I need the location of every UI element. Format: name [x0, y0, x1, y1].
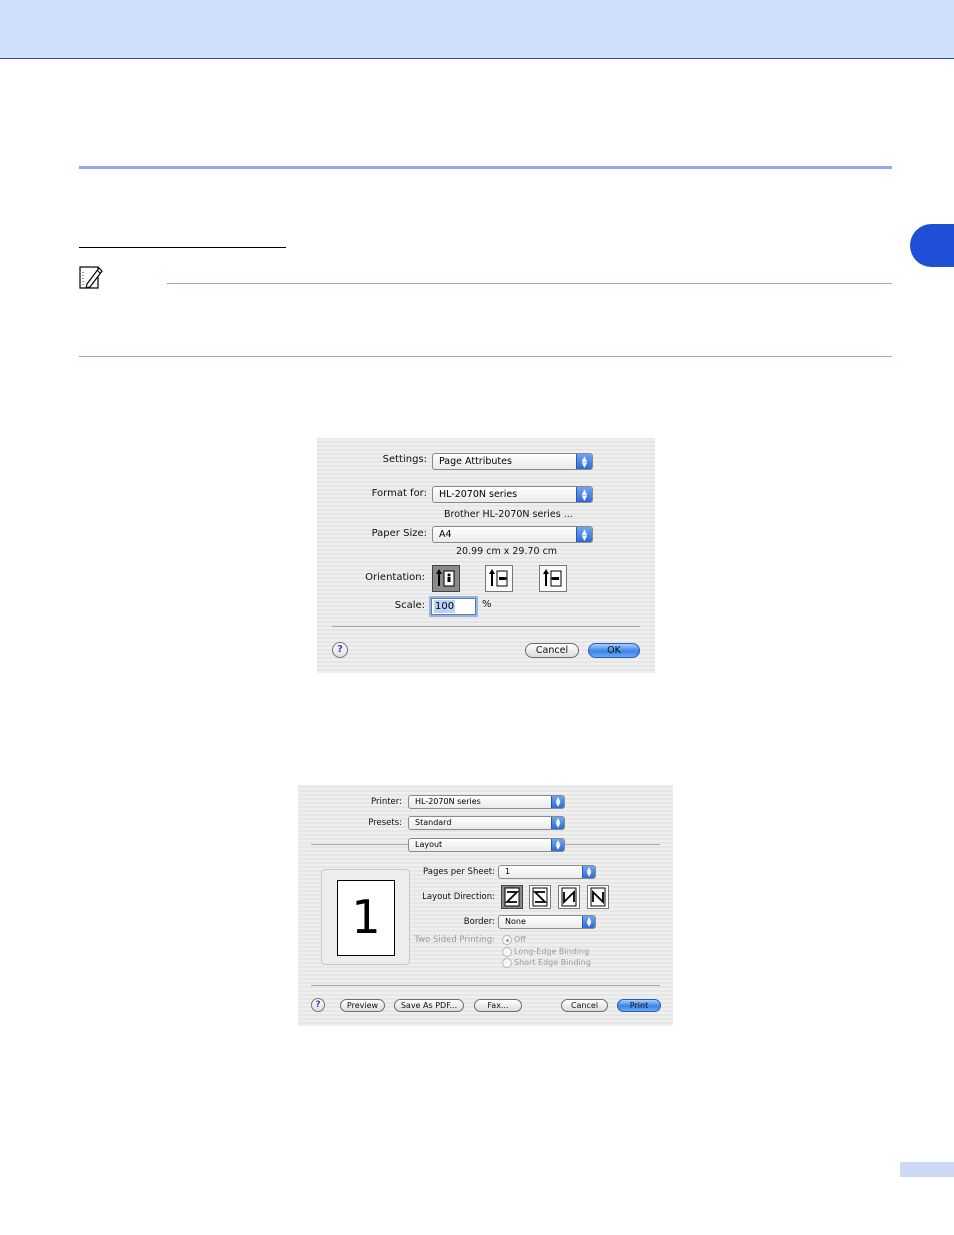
popup-arrows-icon: ▲ ▼	[582, 916, 595, 928]
two-sided-off-label: Off	[514, 935, 526, 944]
settings-popup[interactable]: Page Attributes ▲ ▼	[432, 453, 593, 470]
direction-n-button[interactable]	[587, 885, 609, 909]
chapter-tab	[910, 224, 954, 267]
orientation-label: Orientation:	[365, 572, 425, 583]
print-button[interactable]: Print	[617, 999, 661, 1012]
layout-direction-label: Layout Direction:	[422, 892, 495, 902]
printer-label: Printer:	[371, 797, 402, 807]
presets-popup[interactable]: Standard ▲ ▼	[408, 816, 565, 830]
landscape-icon	[489, 569, 508, 587]
format-for-popup[interactable]: HL-2070N series ▲ ▼	[432, 486, 593, 503]
format-for-label: Format for:	[371, 488, 427, 499]
direction-s-button[interactable]	[529, 885, 551, 909]
help-button[interactable]: ?	[332, 642, 348, 658]
scale-unit: %	[482, 599, 492, 610]
presets-value: Standard	[415, 818, 452, 827]
page-setup-dialog: Settings: Page Attributes ▲ ▼ Format for:…	[317, 438, 655, 673]
printer-value: HL-2070N series	[415, 797, 481, 806]
separator	[332, 626, 640, 627]
two-sided-off-radio[interactable]	[502, 935, 512, 945]
two-sided-long-edge-radio[interactable]	[502, 947, 512, 957]
z-direction-icon	[504, 887, 520, 907]
popup-arrows-icon: ▲ ▼	[576, 487, 592, 502]
header-band	[0, 0, 954, 59]
note-bottom-rule	[79, 356, 892, 357]
popup-arrows-icon: ▲ ▼	[551, 839, 564, 851]
section-rule	[79, 166, 892, 169]
paper-size-label: Paper Size:	[371, 528, 427, 539]
portrait-icon	[436, 569, 455, 587]
note-pencil-icon	[79, 264, 103, 290]
scale-input[interactable]: 100	[431, 598, 476, 615]
presets-label: Presets:	[368, 818, 402, 828]
border-label: Border:	[463, 917, 495, 927]
subheading-underline	[79, 247, 286, 248]
cancel-button[interactable]: Cancel	[525, 643, 579, 658]
printer-description: Brother HL-2070N series ...	[444, 509, 573, 520]
pages-per-sheet-value: 1	[505, 867, 511, 876]
page-number-tab	[900, 1162, 954, 1177]
settings-value: Page Attributes	[439, 456, 512, 467]
paper-size-popup[interactable]: A4 ▲ ▼	[432, 526, 593, 543]
popup-arrows-icon: ▲ ▼	[582, 866, 595, 878]
format-for-value: HL-2070N series	[439, 489, 518, 500]
fax-button[interactable]: Fax...	[474, 999, 522, 1012]
direction-z-button[interactable]	[501, 885, 523, 909]
orientation-portrait-button[interactable]	[432, 565, 460, 592]
preview-page: 1	[337, 880, 395, 956]
panel-value: Layout	[415, 840, 443, 849]
panel-popup[interactable]: Layout ▲ ▼	[408, 838, 565, 852]
layout-preview-box: 1	[321, 869, 410, 965]
paper-size-value: A4	[439, 529, 452, 540]
two-sided-long-edge-label: Long-Edge Binding	[514, 947, 590, 956]
orientation-landscape-reverse-button[interactable]	[539, 565, 567, 592]
popup-arrows-icon: ▲ ▼	[551, 796, 564, 808]
two-sided-label: Two Sided Printing:	[414, 935, 495, 945]
print-dialog: Printer: HL-2070N series ▲ ▼ Presets: Sta…	[298, 785, 673, 1026]
paper-dimensions: 20.99 cm x 29.70 cm	[456, 546, 558, 557]
ok-button[interactable]: OK	[588, 643, 640, 658]
border-popup[interactable]: None ▲ ▼	[498, 915, 596, 929]
landscape-reverse-icon	[543, 569, 562, 587]
save-as-pdf-button[interactable]: Save As PDF...	[394, 999, 464, 1012]
settings-label: Settings:	[382, 454, 427, 465]
printer-popup[interactable]: HL-2070N series ▲ ▼	[408, 795, 565, 809]
pages-per-sheet-label: Pages per Sheet:	[423, 867, 495, 877]
scale-label: Scale:	[394, 600, 425, 611]
scale-value: 100	[434, 600, 456, 613]
orientation-landscape-button[interactable]	[485, 565, 513, 592]
preview-button[interactable]: Preview	[340, 999, 385, 1012]
n-reverse-direction-icon	[561, 887, 577, 907]
radio-dot-icon	[506, 939, 509, 942]
help-button[interactable]: ?	[311, 998, 325, 1012]
n-direction-icon	[590, 887, 606, 907]
popup-arrows-icon: ▲ ▼	[551, 817, 564, 829]
s-direction-icon	[532, 887, 548, 907]
border-value: None	[505, 917, 526, 926]
two-sided-short-edge-radio[interactable]	[502, 958, 512, 968]
cancel-button[interactable]: Cancel	[561, 999, 608, 1012]
direction-n-reverse-button[interactable]	[558, 885, 580, 909]
note-top-rule	[167, 283, 892, 284]
two-sided-short-edge-label: Short Edge Binding	[514, 958, 591, 967]
popup-arrows-icon: ▲ ▼	[576, 527, 592, 542]
separator	[311, 985, 660, 986]
pages-per-sheet-popup[interactable]: 1 ▲ ▼	[498, 865, 596, 879]
popup-arrows-icon: ▲ ▼	[576, 454, 592, 469]
